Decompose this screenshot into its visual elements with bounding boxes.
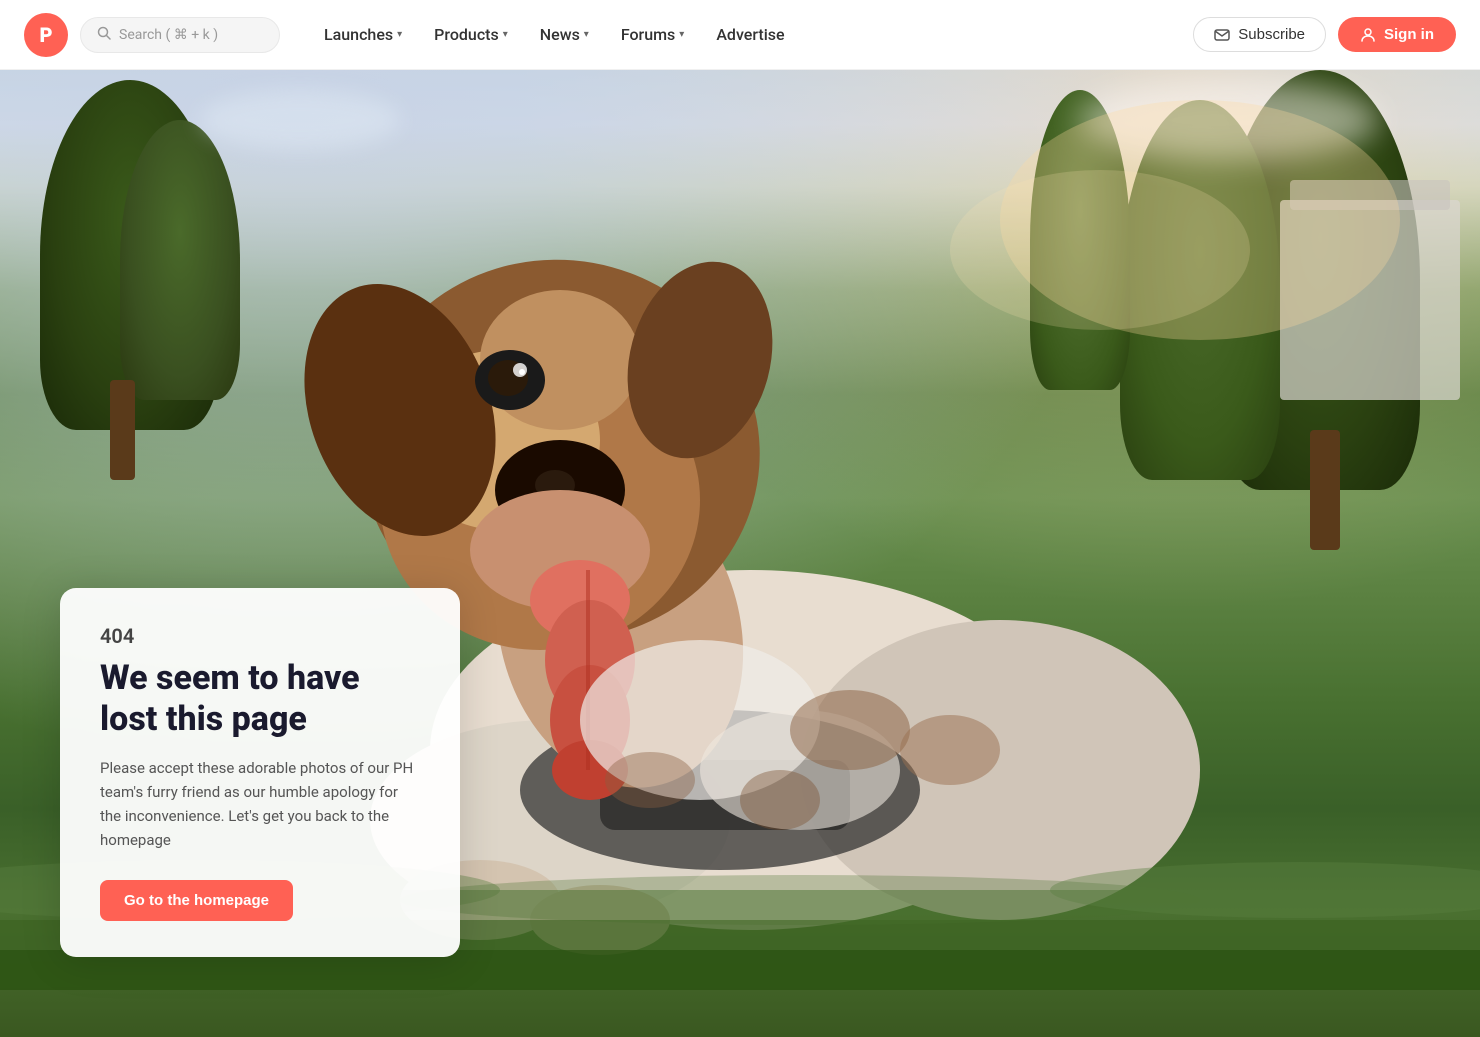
search-icon bbox=[97, 26, 111, 44]
chevron-down-icon: ▾ bbox=[679, 29, 684, 40]
chevron-down-icon: ▾ bbox=[584, 29, 589, 40]
nav-launches[interactable]: Launches ▾ bbox=[308, 17, 418, 52]
subscribe-button[interactable]: Subscribe bbox=[1193, 17, 1326, 52]
nav-advertise[interactable]: Advertise bbox=[700, 17, 800, 52]
logo[interactable]: P bbox=[24, 13, 68, 57]
main-nav: Launches ▾ Products ▾ News ▾ Forums ▾ Ad… bbox=[308, 17, 1181, 52]
search-placeholder-text: Search ( ⌘ + k ) bbox=[119, 27, 218, 43]
header: P Search ( ⌘ + k ) Launches ▾ Products ▾… bbox=[0, 0, 1480, 70]
header-actions: Subscribe Sign in bbox=[1193, 17, 1456, 52]
error-title: We seem to have lost this page bbox=[100, 658, 420, 740]
search-bar[interactable]: Search ( ⌘ + k ) bbox=[80, 17, 280, 53]
chevron-down-icon: ▾ bbox=[503, 29, 508, 40]
hero-section: 404 We seem to have lost this page Pleas… bbox=[0, 0, 1480, 1037]
nav-products[interactable]: Products ▾ bbox=[418, 17, 524, 52]
nav-forums[interactable]: Forums ▾ bbox=[605, 17, 700, 52]
nav-news[interactable]: News ▾ bbox=[524, 17, 605, 52]
error-card: 404 We seem to have lost this page Pleas… bbox=[60, 588, 460, 957]
error-code: 404 bbox=[100, 624, 420, 648]
subscribe-icon bbox=[1214, 27, 1230, 43]
error-description: Please accept these adorable photos of o… bbox=[100, 756, 420, 852]
signin-icon bbox=[1360, 27, 1376, 43]
signin-button[interactable]: Sign in bbox=[1338, 17, 1456, 52]
go-to-homepage-button[interactable]: Go to the homepage bbox=[100, 880, 293, 921]
chevron-down-icon: ▾ bbox=[397, 29, 402, 40]
